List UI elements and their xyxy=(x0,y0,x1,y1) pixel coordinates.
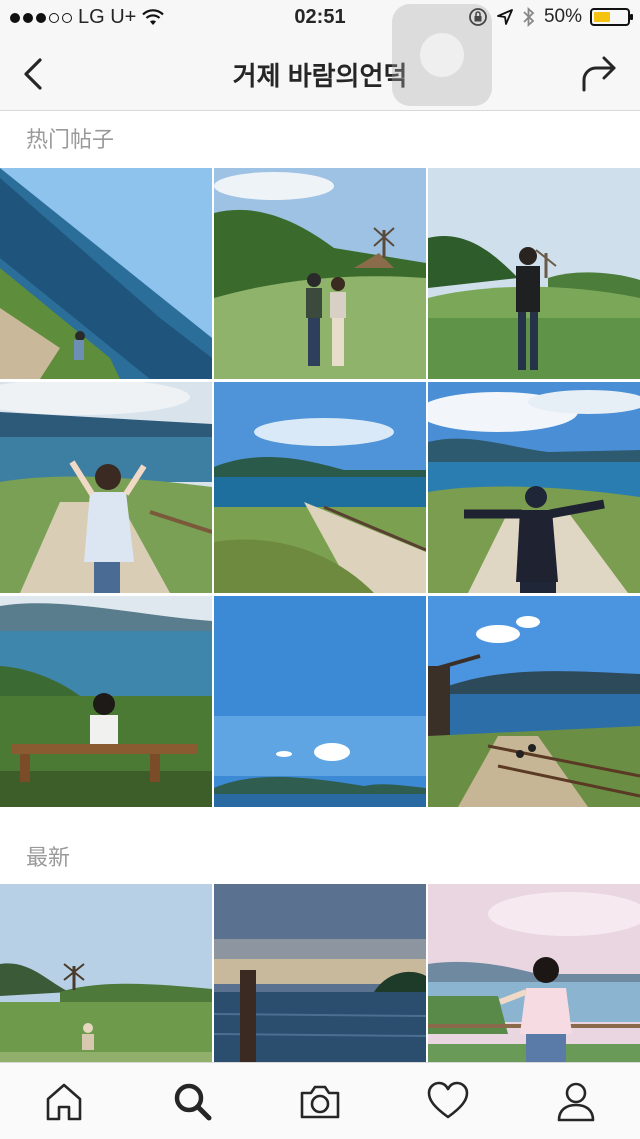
post-thumbnail[interactable] xyxy=(428,382,640,593)
post-thumbnail[interactable] xyxy=(0,168,212,379)
post-thumbnail[interactable] xyxy=(214,382,426,593)
post-thumbnail[interactable] xyxy=(214,596,426,807)
post-thumbnail[interactable] xyxy=(428,596,640,807)
recent-posts-grid xyxy=(0,884,640,1064)
profile-icon xyxy=(557,1082,595,1122)
tab-camera[interactable] xyxy=(256,1063,384,1139)
camera-icon xyxy=(300,1085,340,1119)
section-header-most-recent: 最新 xyxy=(26,845,71,870)
share-arrow-icon[interactable] xyxy=(578,50,622,94)
battery-fill xyxy=(594,12,610,22)
status-right: 50% xyxy=(468,6,633,28)
section-header-top-posts: 热门帖子 xyxy=(26,127,115,152)
heart-icon xyxy=(427,1081,469,1119)
post-thumbnail[interactable] xyxy=(214,884,426,1064)
tab-profile[interactable] xyxy=(512,1063,640,1139)
top-posts-grid xyxy=(0,168,640,807)
post-thumbnail[interactable] xyxy=(0,382,212,593)
post-thumbnail[interactable] xyxy=(428,168,640,379)
bluetooth-icon xyxy=(523,7,535,27)
tab-activity[interactable] xyxy=(384,1063,512,1139)
tab-home[interactable] xyxy=(0,1063,128,1139)
nav-bar: 거제 바람의언덕 xyxy=(0,36,640,111)
battery-percent: 50% xyxy=(543,6,582,27)
page-title: 거제 바람의언덕 xyxy=(232,61,408,91)
search-icon xyxy=(174,1083,212,1121)
post-thumbnail[interactable] xyxy=(0,596,212,807)
post-thumbnail[interactable] xyxy=(0,884,212,1064)
post-thumbnail[interactable] xyxy=(428,884,640,1064)
location-arrow-icon xyxy=(497,9,513,25)
home-icon xyxy=(46,1083,82,1121)
tab-search[interactable] xyxy=(128,1063,256,1139)
status-bar: LG U+ 02:51 50% xyxy=(0,0,640,36)
battery-icon xyxy=(590,8,633,26)
tab-bar xyxy=(0,1062,640,1139)
post-thumbnail[interactable] xyxy=(214,168,426,379)
assistive-touch-button[interactable] xyxy=(392,4,492,106)
